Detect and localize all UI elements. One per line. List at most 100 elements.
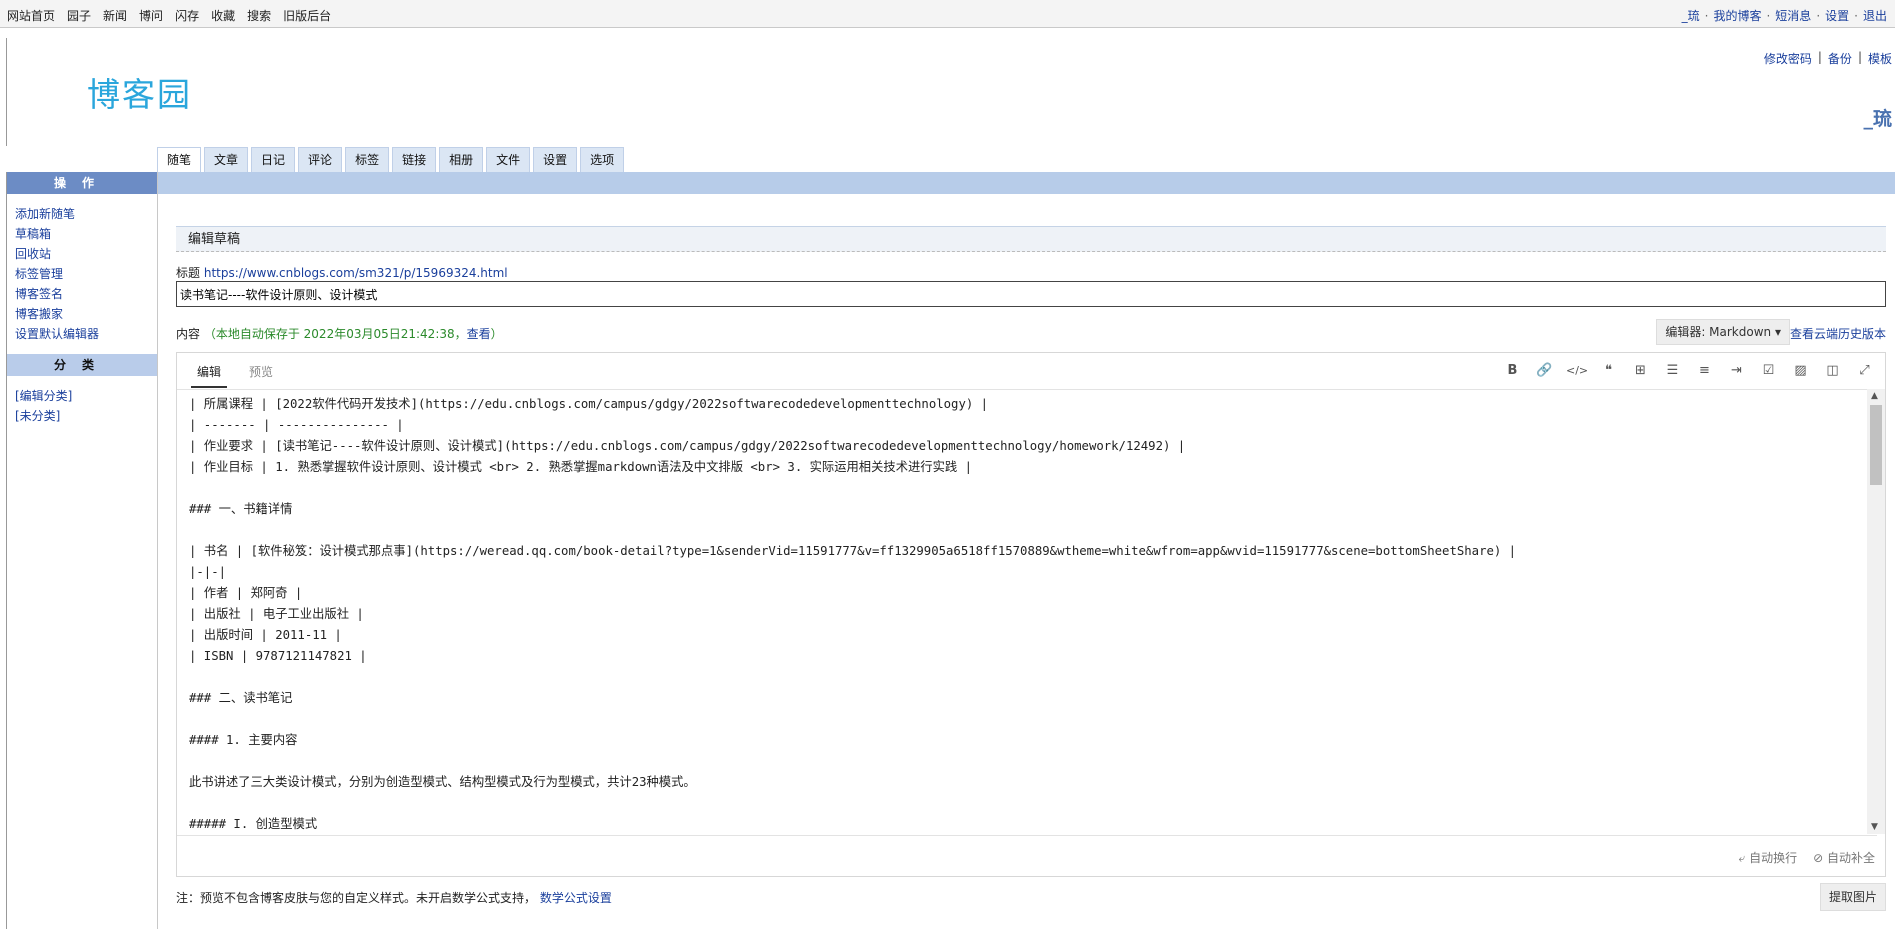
tab-files[interactable]: 文件 xyxy=(486,147,531,172)
my-blog-link[interactable]: 我的博客 xyxy=(1713,7,1761,24)
content-label: 内容 xyxy=(176,327,201,341)
scroll-down-icon[interactable]: ▼ xyxy=(1871,822,1878,832)
sidebar-category-list: [编辑分类] [未分类] xyxy=(7,376,157,436)
preview-note: 注：预览不包含博客皮肤与您的自定义样式。未开启数学公式支持， 数学公式设置 xyxy=(176,889,612,906)
sidebar-item-blog-migration[interactable]: 博客搬家 xyxy=(15,304,149,324)
logout-link[interactable]: 退出 xyxy=(1863,7,1887,24)
separator: · xyxy=(1816,8,1821,23)
nav-old-admin[interactable]: 旧版后台 xyxy=(283,7,331,24)
table-icon[interactable]: ⊞ xyxy=(1630,361,1651,381)
link-icon[interactable]: 🔗 xyxy=(1534,361,1555,381)
unordered-list-icon[interactable]: ☰ xyxy=(1662,361,1683,381)
scroll-up-icon[interactable]: ▲ xyxy=(1871,391,1878,401)
wrap-icon: ⤶ xyxy=(1738,851,1746,865)
tab-comments[interactable]: 评论 xyxy=(298,147,343,172)
sidebar-item-drafts[interactable]: 草稿箱 xyxy=(15,224,149,244)
header: 博客园 修改密码 | 备份 | 模板 _琉 xyxy=(6,38,1895,146)
auto-complete-toggle[interactable]: ⊘ 自动补全 xyxy=(1813,849,1875,866)
sidebar-item-edit-categories[interactable]: [编辑分类] xyxy=(15,386,149,406)
top-user-links: _琉 · 我的博客 · 短消息 · 设置 · 退出 xyxy=(1682,7,1887,24)
markdown-editor: 编辑 预览 B 🔗 </> ❝ ⊞ ☰ ≡ ⇥ ☑ ▨ ◫ ⤢ | 所属课程 |… xyxy=(176,352,1886,877)
nav-yuanzi[interactable]: 园子 xyxy=(67,7,91,24)
nav-questions[interactable]: 博问 xyxy=(139,7,163,24)
section-title: 编辑草稿 xyxy=(176,226,1886,252)
extract-images-button[interactable]: 提取图片 xyxy=(1819,883,1886,911)
editor-select-dropdown[interactable]: 编辑器: Markdown ▾ xyxy=(1656,319,1790,345)
post-url-link[interactable]: https://www.cnblogs.com/sm321/p/15969324… xyxy=(204,266,508,280)
autosave-view-link[interactable]: 查看 xyxy=(467,327,491,341)
indent-icon[interactable]: ⇥ xyxy=(1726,361,1747,381)
header-links: 修改密码 | 备份 | 模板 xyxy=(1764,50,1892,67)
sidebar-ops-list: 添加新随笔 草稿箱 回收站 标签管理 博客签名 博客搬家 设置默认编辑器 xyxy=(7,194,157,354)
auto-wrap-toggle[interactable]: ⤶ 自动换行 xyxy=(1739,849,1798,866)
settings-link[interactable]: 设置 xyxy=(1825,7,1849,24)
tab-diary[interactable]: 日记 xyxy=(251,147,296,172)
quote-icon[interactable]: ❝ xyxy=(1598,361,1619,381)
caret-down-icon: ▾ xyxy=(1774,325,1781,339)
nav-search[interactable]: 搜索 xyxy=(247,7,271,24)
editor-scrollbar[interactable]: ▲ ▼ xyxy=(1867,389,1885,834)
sidebar-category-title: 分类 xyxy=(7,354,157,376)
top-bar: 网站首页 园子 新闻 博问 闪存 收藏 搜索 旧版后台 _琉 · 我的博客 · … xyxy=(0,0,1895,28)
bold-icon[interactable]: B xyxy=(1502,361,1523,381)
separator: · xyxy=(1766,8,1771,23)
sidebar-item-add-post[interactable]: 添加新随笔 xyxy=(15,204,149,224)
editor-toolbar: B 🔗 </> ❝ ⊞ ☰ ≡ ⇥ ☑ ▨ ◫ ⤢ xyxy=(1502,361,1875,381)
markdown-content[interactable]: | 所属课程 | [2022软件代码开发技术](https://edu.cnbl… xyxy=(177,390,1877,835)
header-username: _琉 xyxy=(1863,108,1892,130)
cloud-history-link[interactable]: 查看云端历史版本 xyxy=(1790,325,1886,342)
markdown-text-area[interactable]: | 所属课程 | [2022软件代码开发技术](https://edu.cnbl… xyxy=(177,389,1877,836)
preview-note-text: 注：预览不包含博客皮肤与您的自定义样式。未开启数学公式支持， xyxy=(176,891,537,905)
content-label-group: 内容 （本地自动保存于 2022年03月05日21:42:38，查看） xyxy=(176,325,503,342)
sidebar-item-blog-signature[interactable]: 博客签名 xyxy=(15,284,149,304)
tab-tags[interactable]: 标签 xyxy=(345,147,390,172)
split-view-icon[interactable]: ◫ xyxy=(1822,361,1843,381)
ordered-list-icon[interactable]: ≡ xyxy=(1694,361,1715,381)
title-row: 标题 https://www.cnblogs.com/sm321/p/15969… xyxy=(176,264,508,281)
tab-articles[interactable]: 文章 xyxy=(204,147,249,172)
site-logo[interactable]: 博客园 xyxy=(87,68,192,116)
content-row: 内容 （本地自动保存于 2022年03月05日21:42:38，查看） 编辑器:… xyxy=(176,319,1886,345)
title-input[interactable] xyxy=(176,281,1886,307)
auto-wrap-label: 自动换行 xyxy=(1749,851,1798,865)
tab-posts[interactable]: 随笔 xyxy=(157,147,202,172)
autosave-status: （本地自动保存于 2022年03月05日21:42:38，查看） xyxy=(204,327,503,341)
tab-bar-strip xyxy=(157,172,1895,194)
admin-tabs: 随笔 文章 日记 评论 标签 链接 相册 文件 设置 选项 xyxy=(157,147,625,172)
sidebar: 操作 添加新随笔 草稿箱 回收站 标签管理 博客签名 博客搬家 设置默认编辑器 … xyxy=(6,172,158,929)
title-label: 标题 xyxy=(176,266,201,280)
scrollbar-thumb[interactable] xyxy=(1870,405,1882,485)
sidebar-item-default-editor[interactable]: 设置默认编辑器 xyxy=(15,324,149,344)
separator: · xyxy=(1854,8,1858,23)
tab-preview[interactable]: 预览 xyxy=(243,361,279,388)
top-nav: 网站首页 园子 新闻 博问 闪存 收藏 搜索 旧版后台 xyxy=(7,7,331,24)
sidebar-item-tag-management[interactable]: 标签管理 xyxy=(15,264,149,284)
change-password-link[interactable]: 修改密码 xyxy=(1764,50,1812,67)
separator: | xyxy=(1857,50,1862,64)
nav-favorites[interactable]: 收藏 xyxy=(211,7,235,24)
top-username-link[interactable]: _琉 xyxy=(1682,7,1700,24)
image-icon[interactable]: ▨ xyxy=(1790,361,1811,381)
nav-home[interactable]: 网站首页 xyxy=(7,7,55,24)
messages-link[interactable]: 短消息 xyxy=(1775,7,1811,24)
editor-select-label: 编辑器: Markdown xyxy=(1665,325,1772,339)
tab-albums[interactable]: 相册 xyxy=(439,147,484,172)
fullscreen-icon[interactable]: ⤢ xyxy=(1854,361,1875,381)
sidebar-item-uncategorized[interactable]: [未分类] xyxy=(15,406,149,426)
template-link[interactable]: 模板 xyxy=(1868,50,1892,67)
sidebar-item-recycle-bin[interactable]: 回收站 xyxy=(15,244,149,264)
math-settings-link[interactable]: 数学公式设置 xyxy=(540,891,612,905)
editor-tabs: 编辑 预览 xyxy=(191,361,279,388)
tab-edit[interactable]: 编辑 xyxy=(191,361,228,388)
tab-links[interactable]: 链接 xyxy=(392,147,437,172)
separator: · xyxy=(1704,8,1709,23)
nav-news[interactable]: 新闻 xyxy=(103,7,127,24)
backup-link[interactable]: 备份 xyxy=(1828,50,1852,67)
task-list-icon[interactable]: ☑ xyxy=(1758,361,1779,381)
code-icon[interactable]: </> xyxy=(1566,361,1588,381)
autosave-end: ） xyxy=(490,327,503,341)
tab-options[interactable]: 选项 xyxy=(580,147,625,172)
editor-status-bar: ⤶ 自动换行 ⊘ 自动补全 xyxy=(1739,849,1875,866)
nav-flash[interactable]: 闪存 xyxy=(175,7,199,24)
tab-settings[interactable]: 设置 xyxy=(533,147,578,172)
